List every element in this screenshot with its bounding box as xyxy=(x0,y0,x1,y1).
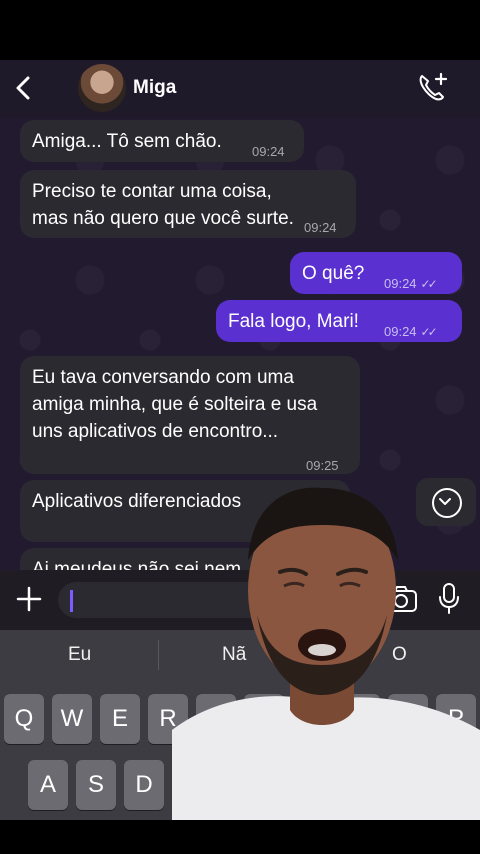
key-e[interactable]: E xyxy=(100,694,140,744)
message-text: Amiga... Tô sem chão. xyxy=(32,131,222,152)
read-ticks-icon: ✓✓ xyxy=(420,325,438,339)
message-text: Eu tava conversando com uma amiga minha,… xyxy=(32,367,318,442)
person-figure xyxy=(172,487,480,825)
key-a[interactable]: A xyxy=(28,760,68,810)
contact-name[interactable]: Miga xyxy=(133,77,176,99)
key-q[interactable]: Q xyxy=(4,694,44,744)
message-time-value: 09:24 xyxy=(384,324,417,339)
message-outgoing[interactable]: O quê? 09:24 ✓✓ xyxy=(290,252,462,294)
suggestion-divider xyxy=(158,640,159,670)
message-time: 09:24 ✓✓ xyxy=(384,318,438,346)
back-arrow-icon[interactable] xyxy=(10,74,38,102)
message-text: Fala logo, Mari! xyxy=(228,311,359,332)
message-incoming[interactable]: Amiga... Tô sem chão. 09:24 xyxy=(20,120,304,162)
message-incoming[interactable]: Eu tava conversando com uma amiga minha,… xyxy=(20,356,360,474)
key-s[interactable]: S xyxy=(76,760,116,810)
message-incoming[interactable]: Preciso te contar uma coisa, mas não que… xyxy=(20,170,356,238)
message-time: 09:24 xyxy=(252,144,285,159)
message-text: Preciso te contar uma coisa, mas não que… xyxy=(32,181,294,229)
key-d[interactable]: D xyxy=(124,760,164,810)
message-time: 09:24 xyxy=(304,220,337,235)
key-w[interactable]: W xyxy=(52,694,92,744)
message-text: O quê? xyxy=(302,263,365,284)
creator-video-overlay xyxy=(172,480,480,825)
text-caret xyxy=(70,590,73,612)
message-outgoing[interactable]: Fala logo, Mari! 09:24 ✓✓ xyxy=(216,300,462,342)
message-time: 09:25 xyxy=(306,458,339,473)
message-time-value: 09:24 xyxy=(384,276,417,291)
avatar[interactable] xyxy=(78,64,126,112)
message-time: 09:24 ✓✓ xyxy=(384,270,438,298)
bottom-letterbox xyxy=(0,820,480,854)
suggestion-1[interactable]: Eu xyxy=(68,644,91,666)
add-call-icon[interactable] xyxy=(414,70,450,106)
read-ticks-icon: ✓✓ xyxy=(420,277,438,291)
plus-icon[interactable] xyxy=(14,584,44,614)
chat-header: Miga xyxy=(0,60,480,118)
